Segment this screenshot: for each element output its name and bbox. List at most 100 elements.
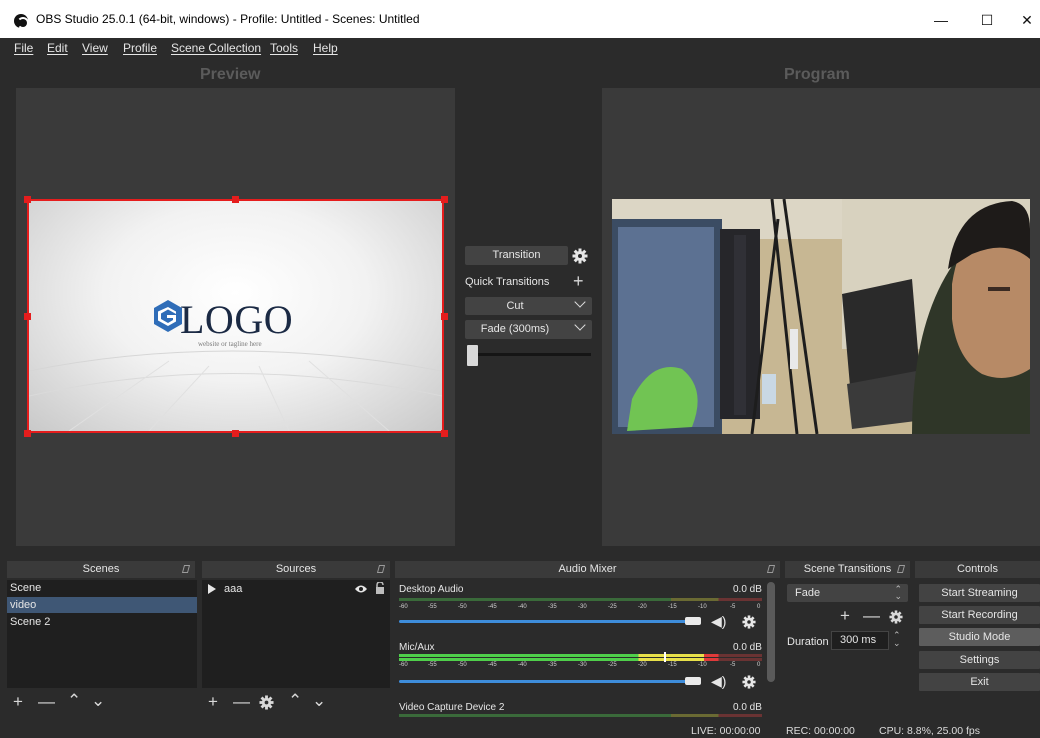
tick-label: -30: [578, 604, 587, 610]
volume-slider-thumb[interactable]: [685, 677, 701, 685]
remove-scene-icon[interactable]: —: [38, 693, 55, 710]
channel-name: Video Capture Device 2: [399, 702, 505, 713]
rec-timer: REC: 00:00:00: [786, 725, 855, 737]
add-scene-icon[interactable]: +: [13, 693, 23, 710]
studio-mode-button[interactable]: Studio Mode: [919, 628, 1040, 646]
undock-icon[interactable]: [766, 565, 776, 573]
exit-button[interactable]: Exit: [919, 673, 1040, 691]
tick-label: -45: [488, 604, 497, 610]
tick-label: -20: [638, 604, 647, 610]
scene-item[interactable]: Scene: [7, 580, 197, 596]
menu-edit[interactable]: Edit: [47, 41, 68, 55]
live-timer: LIVE: 00:00:00: [691, 725, 761, 737]
add-transition-icon[interactable]: +: [840, 607, 850, 624]
resize-handle-ne[interactable]: [441, 196, 448, 203]
volume-meter: [399, 714, 762, 717]
transition-button[interactable]: Transition: [465, 246, 568, 265]
minimize-button[interactable]: —: [918, 0, 964, 38]
tick-label: -40: [518, 662, 527, 668]
tick-label: -30: [578, 662, 587, 668]
resize-handle-s[interactable]: [232, 430, 239, 437]
resize-handle-e[interactable]: [441, 313, 448, 320]
source-properties-gear-icon[interactable]: [259, 695, 274, 710]
transition-select[interactable]: Fade ⌃ ⌄: [787, 584, 908, 602]
chevron-down-icon: [574, 296, 586, 308]
transition-settings-gear-icon[interactable]: [572, 248, 588, 264]
duration-spinbox[interactable]: 300 ms: [831, 631, 889, 650]
audio-mixer-dock-header: Audio Mixer: [395, 561, 780, 578]
quick-transition-cut[interactable]: Cut: [465, 296, 592, 315]
scene-item-selected[interactable]: video: [7, 597, 197, 613]
tick-label: -55: [428, 604, 437, 610]
scenes-dock-title: Scenes: [82, 563, 120, 575]
tick-label: 0: [757, 604, 761, 610]
transition-slider-track[interactable]: [470, 353, 591, 356]
menu-tools[interactable]: Tools: [270, 41, 298, 55]
resize-handle-w[interactable]: [24, 313, 31, 320]
audio-mixer-panel: Desktop Audio 0.0 dB -60 -55 -50 -45 -40…: [395, 580, 780, 718]
volume-slider-thumb[interactable]: [685, 617, 701, 625]
speaker-icon[interactable]: ◀︎): [711, 613, 726, 630]
channel-settings-gear-icon[interactable]: [742, 615, 756, 629]
move-scene-down-icon[interactable]: ⌄: [91, 692, 105, 709]
sources-list[interactable]: aaa: [202, 580, 390, 688]
channel-settings-gear-icon[interactable]: [742, 675, 756, 689]
scenes-dock-header: Scenes: [7, 561, 195, 578]
remove-source-icon[interactable]: —: [233, 693, 250, 710]
menu-view[interactable]: View: [82, 41, 108, 55]
quick-transition-label: Fade (300ms): [480, 323, 550, 335]
settings-button[interactable]: Settings: [919, 651, 1040, 669]
controls-dock-title: Controls: [957, 563, 998, 575]
resize-handle-sw[interactable]: [24, 430, 31, 437]
tick-label: 0: [757, 662, 761, 668]
tick-label: -55: [428, 662, 437, 668]
remove-transition-icon[interactable]: —: [863, 607, 880, 624]
transition-properties-gear-icon[interactable]: [889, 610, 903, 624]
resize-handle-se[interactable]: [441, 430, 448, 437]
sources-dock-title: Sources: [275, 563, 317, 575]
undock-icon[interactable]: [896, 565, 906, 573]
menu-help[interactable]: Help: [313, 41, 338, 55]
channel-db: 0.0 dB: [733, 642, 762, 653]
volume-slider-track[interactable]: [399, 620, 689, 623]
audio-mixer-dock-title: Audio Mixer: [558, 563, 617, 575]
peak-marker: [664, 652, 666, 662]
move-source-down-icon[interactable]: ⌄: [312, 692, 326, 709]
lock-icon[interactable]: [375, 582, 385, 594]
speaker-icon[interactable]: ◀︎): [711, 673, 726, 690]
visibility-eye-icon[interactable]: [354, 584, 368, 594]
menu-scene-collection[interactable]: Scene Collection: [171, 41, 261, 55]
add-quick-transition-icon[interactable]: +: [573, 272, 584, 290]
mixer-scrollbar[interactable]: [767, 582, 775, 682]
tick-label: -15: [668, 604, 677, 610]
menu-profile[interactable]: Profile: [123, 41, 157, 55]
resize-handle-n[interactable]: [232, 196, 239, 203]
start-streaming-button[interactable]: Start Streaming: [919, 584, 1040, 602]
add-source-icon[interactable]: +: [208, 693, 218, 710]
scenes-list[interactable]: Scene video Scene 2: [7, 580, 197, 688]
channel-db: 0.0 dB: [733, 584, 762, 595]
undock-icon[interactable]: [376, 565, 386, 573]
tick-label: -40: [518, 604, 527, 610]
volume-slider-track[interactable]: [399, 680, 689, 683]
close-button[interactable]: ✕: [1004, 0, 1040, 38]
scene-item[interactable]: Scene 2: [7, 614, 197, 630]
obs-logo-icon: [14, 14, 29, 29]
quick-transition-fade[interactable]: Fade (300ms): [465, 319, 592, 339]
tick-label: -60: [399, 662, 408, 668]
move-source-up-icon[interactable]: ⌃: [288, 692, 302, 709]
preview-label: Preview: [200, 66, 261, 83]
program-label: Program: [784, 66, 850, 83]
resize-handle-nw[interactable]: [24, 196, 31, 203]
menu-file[interactable]: File: [14, 41, 33, 55]
start-recording-button[interactable]: Start Recording: [919, 606, 1040, 624]
undock-icon[interactable]: [181, 565, 191, 573]
tick-label: -15: [668, 662, 677, 668]
tick-label: -20: [638, 662, 647, 668]
move-scene-up-icon[interactable]: ⌃: [67, 692, 81, 709]
transition-select-value: Fade: [795, 587, 821, 599]
transition-slider-thumb[interactable]: [467, 345, 478, 366]
duration-stepper-icon[interactable]: ⌃ ⌄: [893, 631, 901, 648]
program-webcam-feed: [612, 199, 1030, 434]
source-expand-icon[interactable]: [208, 584, 216, 594]
